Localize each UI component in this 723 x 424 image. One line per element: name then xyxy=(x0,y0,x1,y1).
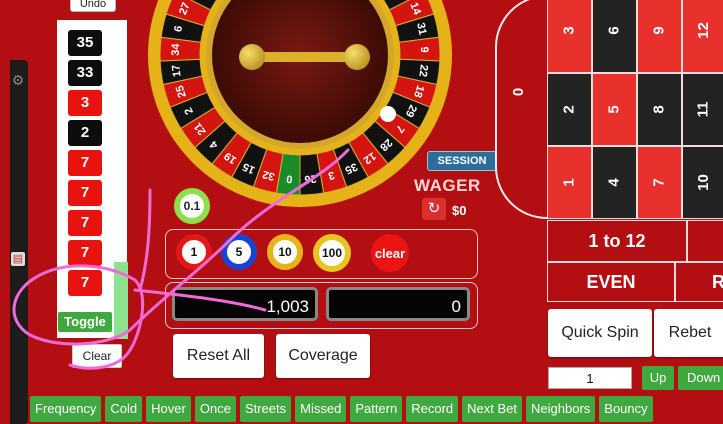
number-cell-label: 11 xyxy=(694,101,712,118)
toggle-button[interactable]: Toggle xyxy=(58,312,112,332)
chip-5[interactable]: 5 xyxy=(221,234,257,270)
number-cell[interactable]: 4 xyxy=(592,146,637,219)
number-cell[interactable]: 5 xyxy=(592,73,637,146)
red-bet[interactable]: R xyxy=(675,262,723,302)
history-number: 7 xyxy=(68,150,102,176)
number-cell[interactable]: 1 xyxy=(547,146,592,219)
number-cell-label: 12 xyxy=(694,22,712,39)
selected-chip[interactable]: 0.1 xyxy=(174,188,210,224)
wager-label: WAGER xyxy=(414,176,481,195)
dozen-13-24[interactable] xyxy=(687,220,723,262)
number-cell[interactable]: 12 xyxy=(682,0,723,73)
side-toolbar xyxy=(10,60,28,424)
toolbar-neighbors-button[interactable]: Neighbors xyxy=(526,396,596,422)
zero-cell[interactable] xyxy=(495,0,547,219)
history-number: 7 xyxy=(68,210,102,236)
toolbar-cold-button[interactable]: Cold xyxy=(105,396,143,422)
number-cell[interactable]: 11 xyxy=(682,73,723,146)
number-cell[interactable]: 8 xyxy=(637,73,682,146)
chip-1[interactable]: 1 xyxy=(176,234,212,270)
up-button[interactable]: Up xyxy=(642,366,674,390)
number-cell[interactable]: 9 xyxy=(637,0,682,73)
toolbar-missed-button[interactable]: Missed xyxy=(295,396,347,422)
number-cell[interactable]: 6 xyxy=(592,0,637,73)
bet-display: 0 xyxy=(326,287,470,321)
rebet-button[interactable]: Rebet xyxy=(654,309,723,357)
wheel-pocket-number: 34 xyxy=(170,42,183,56)
wheel-pocket-number: 17 xyxy=(170,64,183,78)
roulette-wheel: 0321519421225173462713361130823105241633… xyxy=(148,0,452,207)
toolbar-hover-button[interactable]: Hover xyxy=(146,396,191,422)
history-list: 35 33 3 2 7 7 7 7 7 xyxy=(68,30,102,300)
number-cell[interactable]: 3 xyxy=(547,0,592,73)
toolbar-bouncy-button[interactable]: Bouncy xyxy=(599,396,653,422)
history-number: 2 xyxy=(68,120,102,146)
document-icon[interactable]: ▤ xyxy=(11,252,25,266)
number-cell-label: 4 xyxy=(606,178,623,187)
toolbar-streets-button[interactable]: Streets xyxy=(239,396,292,422)
clear-chips-button[interactable]: clear xyxy=(371,234,409,272)
down-button[interactable]: Down xyxy=(678,366,723,390)
number-cell-label: 7 xyxy=(651,178,668,187)
bottom-toolbar: Frequency Cold Hover Once Streets Missed Patte… xyxy=(30,396,723,424)
history-number: 3 xyxy=(68,90,102,116)
even-bet[interactable]: EVEN xyxy=(547,262,675,302)
history-number: 7 xyxy=(68,270,102,296)
number-cell-label: 2 xyxy=(561,105,578,114)
toolbar-once-button[interactable]: Once xyxy=(194,396,236,422)
history-number: 7 xyxy=(68,240,102,266)
toolbar-pattern-button[interactable]: Pattern xyxy=(350,396,403,422)
number-cell[interactable]: 2 xyxy=(547,73,592,146)
handle-knob-right xyxy=(344,44,370,70)
reset-all-button[interactable]: Reset All xyxy=(173,334,264,378)
toolbar-next-bet-button[interactable]: Next Bet xyxy=(462,396,523,422)
number-cell-label: 5 xyxy=(606,105,623,114)
zero-label: 0 xyxy=(510,87,527,97)
history-number: 33 xyxy=(68,60,102,86)
wheel-pocket-number: 9 xyxy=(418,46,430,53)
spin-count-input[interactable]: 1 xyxy=(548,367,632,389)
wager-amount: $0 xyxy=(452,203,467,218)
number-cell-label: 3 xyxy=(561,26,578,35)
coverage-button[interactable]: Coverage xyxy=(276,334,370,378)
handle-knob-left xyxy=(239,44,265,70)
dozen-1-12[interactable]: 1 to 12 xyxy=(547,220,687,262)
refresh-icon[interactable]: ↻ xyxy=(422,198,446,220)
history-number: 7 xyxy=(68,180,102,206)
number-cell-label: 6 xyxy=(606,26,623,35)
gear-icon[interactable]: ⚙ xyxy=(10,72,26,88)
number-cell[interactable]: 10 xyxy=(682,146,723,219)
chip-10[interactable]: 10 xyxy=(267,234,303,270)
undo-button[interactable]: Undo xyxy=(70,0,116,12)
bankroll-display: 1,003 xyxy=(172,287,318,321)
number-cell-label: 9 xyxy=(651,26,668,35)
toolbar-frequency-button[interactable]: Frequency xyxy=(30,396,102,422)
chip-100[interactable]: 100 xyxy=(313,234,351,272)
number-cell[interactable]: 7 xyxy=(637,146,682,219)
wheel-pocket-number: 31 xyxy=(414,22,428,37)
number-cell-label: 10 xyxy=(694,174,712,191)
session-button[interactable]: SESSION xyxy=(427,151,497,171)
wheel-pocket-number: 26 xyxy=(304,172,317,185)
number-cell-label: 1 xyxy=(561,178,578,187)
quick-spin-button[interactable]: Quick Spin xyxy=(548,309,652,357)
toolbar-record-button[interactable]: Record xyxy=(406,396,459,422)
number-cell-label: 8 xyxy=(651,105,668,114)
clear-history-button[interactable]: Clear xyxy=(72,344,122,368)
history-scrollbar[interactable] xyxy=(114,262,128,339)
wheel-pocket-number: 22 xyxy=(416,64,429,78)
wheel-pocket-number: 0 xyxy=(286,172,293,184)
history-number: 35 xyxy=(68,30,102,56)
roulette-ball xyxy=(380,106,396,122)
